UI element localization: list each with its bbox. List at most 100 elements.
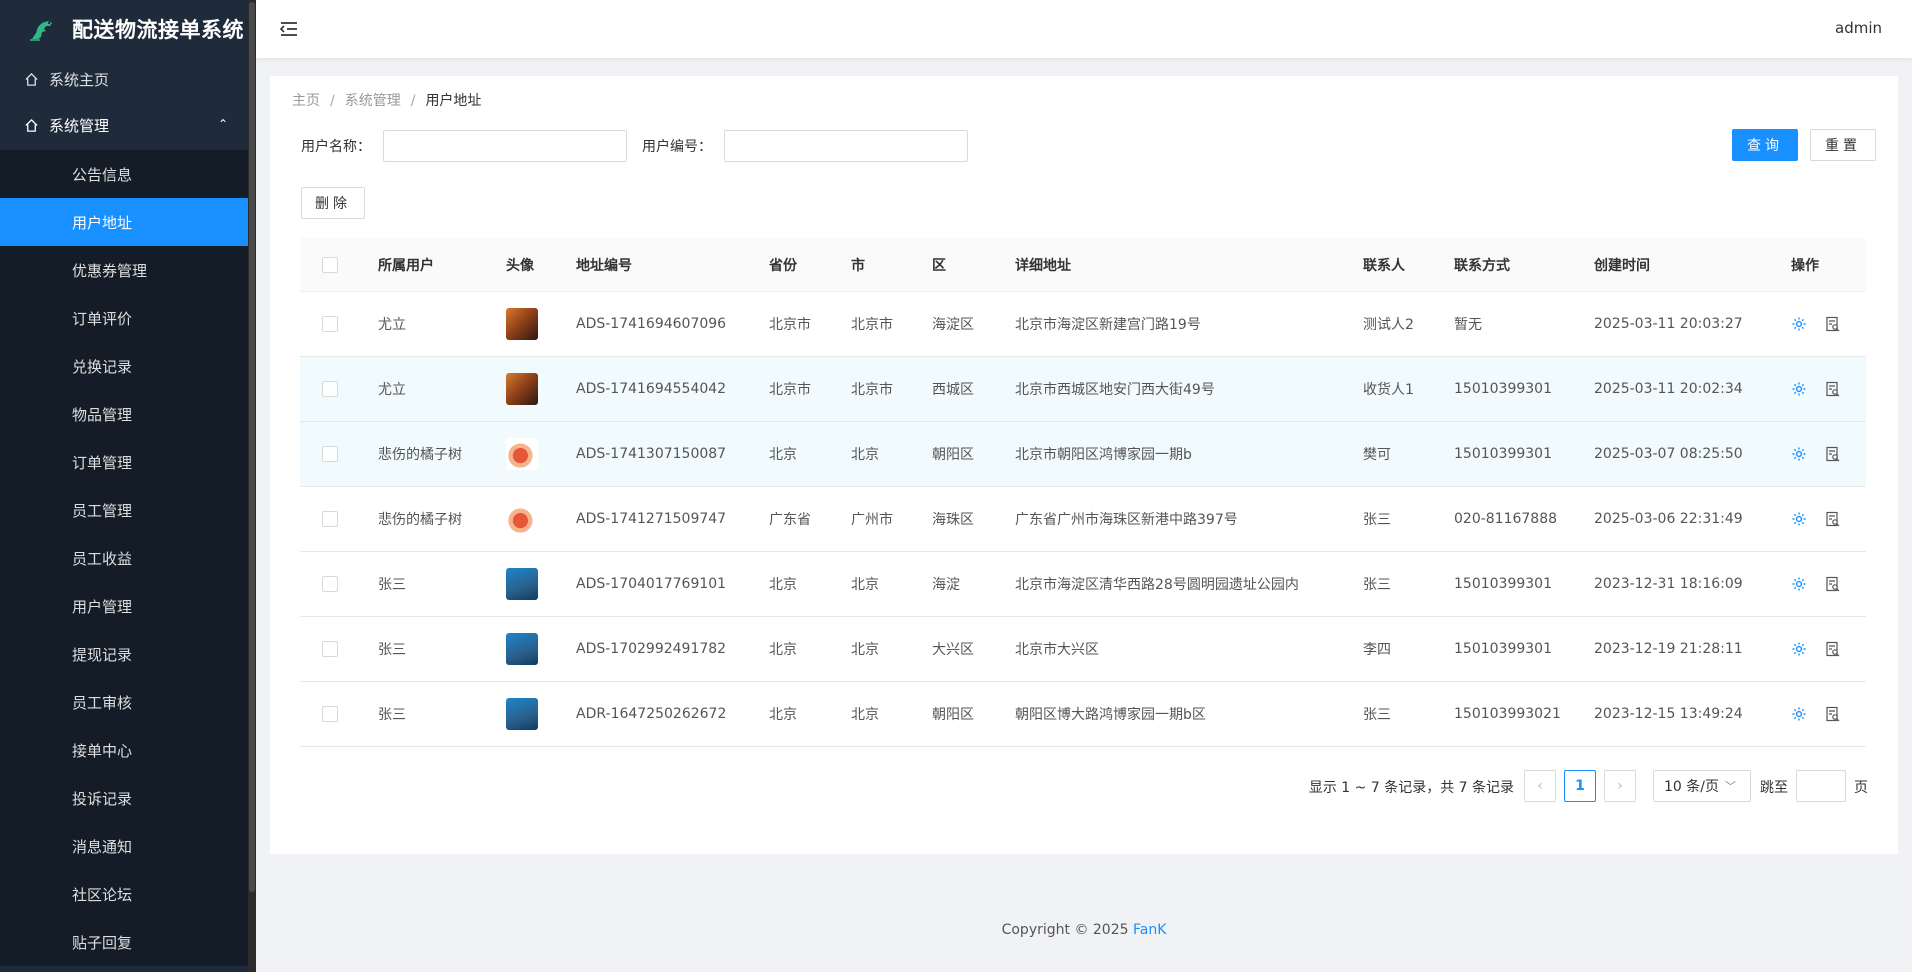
sidebar-group-system[interactable]: 系统管理 ⌃ <box>0 100 248 150</box>
sidebar-item[interactable]: 员工审核 <box>0 678 248 726</box>
avatar[interactable] <box>506 308 538 340</box>
prev-page-button[interactable]: ‹ <box>1524 770 1556 802</box>
dinosaur-logo-icon <box>30 21 52 41</box>
sidebar: 配送物流接单系统 系统主页 系统管理 ⌃ 公告信息 用户地址 优惠券管理 订单评价 兑换… <box>0 0 248 972</box>
detail-search-icon[interactable] <box>1825 706 1841 722</box>
table-row[interactable]: 悲伤的橘子树 ADS-1741271509747 广东省 广州市 海珠区 广东省广州市海珠… <box>300 487 1866 552</box>
sidebar-item[interactable]: 优惠券管理 <box>0 246 248 294</box>
table-row[interactable]: 张三 ADS-1704017769101 北京 北京 海淀 北京市海淀区清华西路28号圆明… <box>300 552 1866 617</box>
cell-actions <box>1791 706 1866 722</box>
sidebar-item-home[interactable]: 系统主页 <box>0 58 248 100</box>
gear-icon[interactable] <box>1791 576 1807 592</box>
menu-fold-icon[interactable] <box>278 18 300 40</box>
cell-city: 广州市 <box>851 512 893 528</box>
sidebar-item[interactable]: 社区论坛 <box>0 870 248 918</box>
gear-icon[interactable] <box>1791 641 1807 657</box>
row-checkbox[interactable] <box>322 381 338 397</box>
sidebar-item[interactable]: 兑换记录 <box>0 342 248 390</box>
sidebar-item[interactable]: 员工管理 <box>0 486 248 534</box>
cell-user: 悲伤的橘子树 <box>378 447 462 463</box>
cell-contact: 樊可 <box>1363 447 1391 463</box>
cell-avatar <box>506 698 576 730</box>
brand: 配送物流接单系统 <box>0 0 248 58</box>
avatar[interactable] <box>506 373 538 405</box>
breadcrumb-system[interactable]: 系统管理 <box>345 93 401 109</box>
sidebar-item[interactable]: 公告信息 <box>0 150 248 198</box>
detail-search-icon[interactable] <box>1825 381 1841 397</box>
avatar[interactable] <box>506 633 538 665</box>
cell-created: 2025-03-11 20:03:27 <box>1594 316 1743 332</box>
cell-code: ADS-1741271509747 <box>576 511 727 527</box>
cell-phone: 150103993021 <box>1454 706 1561 722</box>
sidebar-item[interactable]: 接单中心 <box>0 726 248 774</box>
cell-created: 2023-12-31 18:16:09 <box>1594 576 1743 592</box>
delete-button[interactable]: 删除 <box>301 187 365 219</box>
next-page-button[interactable]: › <box>1604 770 1636 802</box>
sidebar-item[interactable]: 物品管理 <box>0 390 248 438</box>
table-row[interactable]: 张三 ADS-1702992491782 北京 北京 大兴区 北京市大兴区 李四 150103… <box>300 617 1866 682</box>
table-row[interactable]: 尤立 ADS-1741694554042 北京市 北京市 西城区 北京市西城区地安门西大街… <box>300 357 1866 422</box>
cell-code: ADS-1741694554042 <box>576 381 727 397</box>
sidebar-scrollbar-thumb[interactable] <box>249 2 255 892</box>
cell-district: 西城区 <box>932 382 974 398</box>
page-unit-label: 页 <box>1854 780 1868 796</box>
col-address: 详细地址 <box>1015 257 1071 274</box>
sidebar-item[interactable]: 用户管理 <box>0 582 248 630</box>
cell-code: ADS-1741307150087 <box>576 446 727 462</box>
user-code-input[interactable] <box>724 130 968 162</box>
cell-phone: 15010399301 <box>1454 446 1552 462</box>
cell-district: 朝阳区 <box>932 447 974 463</box>
gear-icon[interactable] <box>1791 446 1807 462</box>
sidebar-item[interactable]: 消息通知 <box>0 822 248 870</box>
user-name-input[interactable] <box>383 130 627 162</box>
cell-actions <box>1791 446 1866 462</box>
avatar[interactable] <box>506 698 538 730</box>
avatar[interactable] <box>506 438 538 470</box>
avatar[interactable] <box>506 503 538 535</box>
cell-city: 北京市 <box>851 317 893 333</box>
cell-user: 尤立 <box>378 382 406 398</box>
sidebar-item[interactable]: 订单管理 <box>0 438 248 486</box>
table-row[interactable]: 悲伤的橘子树 ADS-1741307150087 北京 北京 朝阳区 北京市朝阳区鸿博家园… <box>300 422 1866 487</box>
gear-icon[interactable] <box>1791 511 1807 527</box>
detail-search-icon[interactable] <box>1825 641 1841 657</box>
cell-actions <box>1791 641 1866 657</box>
cell-address: 北京市海淀区清华西路28号圆明园遗址公园内 <box>1015 577 1299 593</box>
query-button[interactable]: 查询 <box>1732 129 1798 161</box>
gear-icon[interactable] <box>1791 316 1807 332</box>
sidebar-item[interactable]: 提现记录 <box>0 630 248 678</box>
table-row[interactable]: 尤立 ADS-1741694607096 北京市 北京市 海淀区 北京市海淀区新建宫门路1… <box>300 292 1866 357</box>
detail-search-icon[interactable] <box>1825 511 1841 527</box>
table-row[interactable]: 张三 ADR-1647250262672 北京 北京 朝阳区 朝阳区博大路鸿博家园一期b区… <box>300 682 1866 747</box>
page-button-1[interactable]: 1 <box>1564 770 1596 802</box>
avatar[interactable] <box>506 568 538 600</box>
jump-page-input[interactable] <box>1796 770 1846 802</box>
sidebar-item[interactable]: 投诉记录 <box>0 774 248 822</box>
row-checkbox[interactable] <box>322 446 338 462</box>
cell-code: ADS-1741694607096 <box>576 316 727 332</box>
sidebar-item[interactable]: 员工收益 <box>0 534 248 582</box>
detail-search-icon[interactable] <box>1825 446 1841 462</box>
sidebar-item[interactable]: 用户地址 <box>0 198 248 246</box>
detail-search-icon[interactable] <box>1825 576 1841 592</box>
row-checkbox[interactable] <box>322 511 338 527</box>
sidebar-item[interactable]: 贴子回复 <box>0 918 248 966</box>
cell-district: 海珠区 <box>932 512 974 528</box>
row-checkbox[interactable] <box>322 641 338 657</box>
gear-icon[interactable] <box>1791 706 1807 722</box>
page-size-select[interactable]: 10 条/页 ﹀ <box>1653 770 1751 802</box>
row-checkbox[interactable] <box>322 316 338 332</box>
select-all-checkbox[interactable] <box>322 256 338 273</box>
reset-button[interactable]: 重置 <box>1810 129 1876 161</box>
footer-brand-link[interactable]: FanK <box>1133 922 1166 938</box>
cell-avatar <box>506 633 576 665</box>
footer: Copyright © 2025 FanK <box>256 922 1912 938</box>
breadcrumb-home[interactable]: 主页 <box>292 93 320 109</box>
current-user[interactable]: admin <box>1835 19 1882 37</box>
row-checkbox[interactable] <box>322 706 338 722</box>
detail-search-icon[interactable] <box>1825 316 1841 332</box>
sidebar-item[interactable]: 订单评价 <box>0 294 248 342</box>
row-checkbox[interactable] <box>322 576 338 592</box>
table-header: 所属用户 头像 地址编号 省份 市 区 详细地址 联系人 联系方式 创建时间 操… <box>300 238 1866 292</box>
gear-icon[interactable] <box>1791 381 1807 397</box>
